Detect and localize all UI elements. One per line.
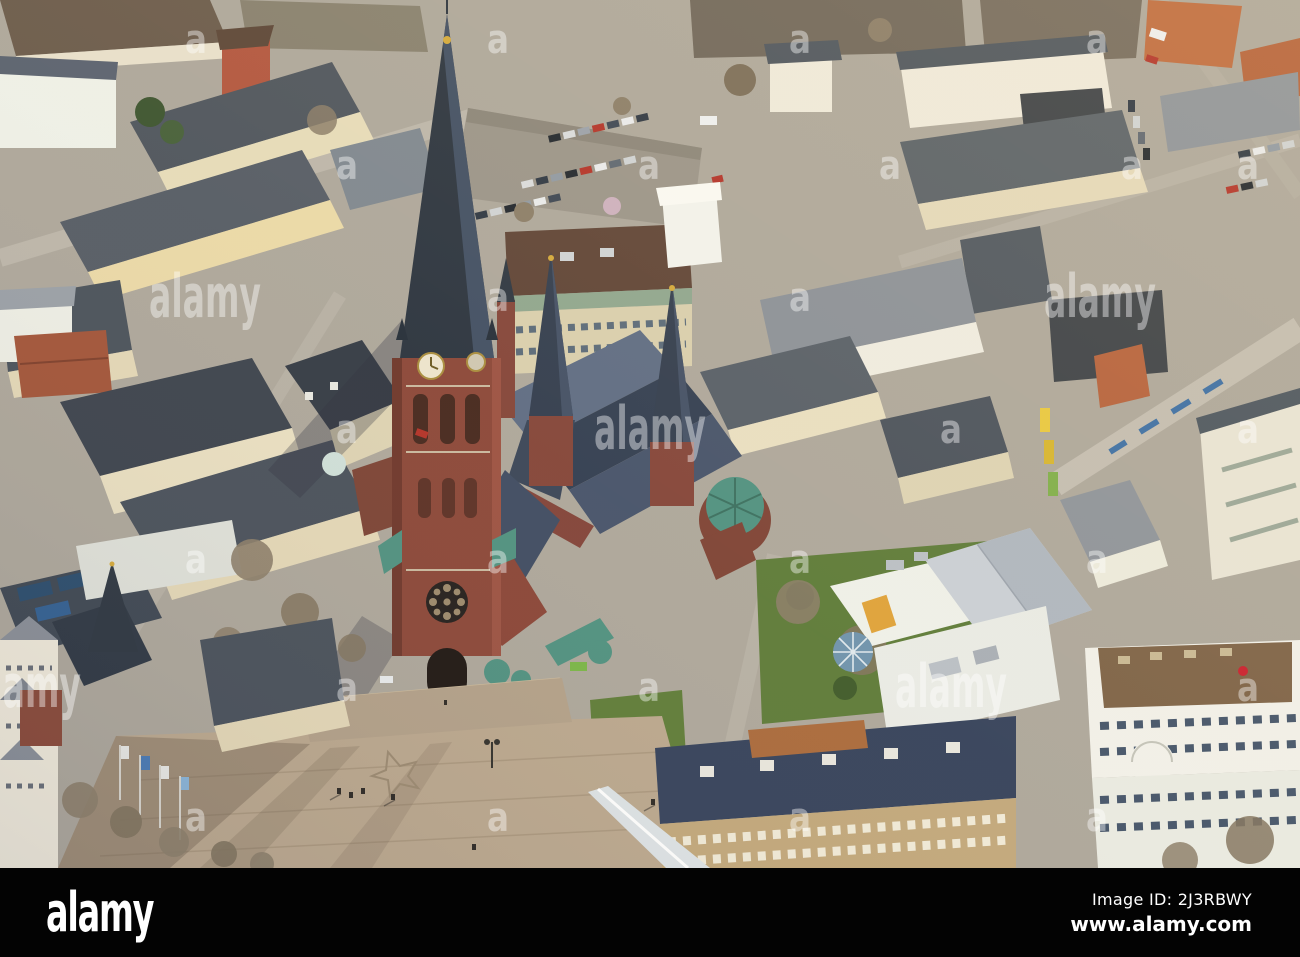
watermark-letter: a bbox=[1237, 407, 1259, 453]
alamy-logo: alamy bbox=[46, 880, 154, 944]
watermark-letter: a bbox=[336, 143, 358, 189]
watermark-wordmark: alamy bbox=[895, 652, 1007, 722]
watermark-wordmark: alamy bbox=[594, 394, 706, 464]
watermark-letter: a bbox=[879, 143, 901, 189]
watermark-letter: a bbox=[336, 407, 358, 453]
image-id: Image ID: 2J3RBWY bbox=[1091, 889, 1252, 909]
stock-photo-page: aaaaaaaaaalamyaaalamyaalamyaaaaaaalamyaa… bbox=[0, 0, 1300, 957]
watermark-letter: a bbox=[789, 17, 811, 63]
watermark-wordmark: alamy bbox=[0, 652, 81, 722]
watermark-letter: a bbox=[487, 275, 509, 321]
watermark-letter: a bbox=[638, 665, 660, 711]
watermark-letter: a bbox=[1121, 143, 1143, 189]
footer-bar: alamy Image ID: 2J3RBWY www.alamy.com bbox=[0, 868, 1300, 957]
footer-info: Image ID: 2J3RBWY www.alamy.com bbox=[1070, 890, 1252, 936]
watermark-letter: a bbox=[638, 143, 660, 189]
watermark-letter: a bbox=[1086, 537, 1108, 583]
watermark-wordmark: alamy bbox=[149, 262, 261, 332]
watermark-letter: a bbox=[1237, 665, 1259, 711]
watermark-letter: a bbox=[789, 537, 811, 583]
watermark-letter: a bbox=[185, 795, 207, 841]
watermark-letter: a bbox=[487, 537, 509, 583]
watermark-letter: a bbox=[940, 407, 962, 453]
watermark-letter: a bbox=[336, 665, 358, 711]
watermark-letter: a bbox=[185, 537, 207, 583]
watermark-letter: a bbox=[1237, 143, 1259, 189]
aerial-photo: a a a a a a a a a alamy a a alamy a alamy a a a a a a alamy a a… bbox=[0, 0, 1300, 868]
watermark-letter: a bbox=[487, 795, 509, 841]
website-url: www.alamy.com bbox=[1070, 911, 1252, 936]
watermark-letter: a bbox=[789, 795, 811, 841]
watermark-letter: a bbox=[1086, 795, 1108, 841]
watermark-letter: a bbox=[789, 275, 811, 321]
watermark-letter: a bbox=[1086, 17, 1108, 63]
watermark-letter: a bbox=[487, 17, 509, 63]
watermark-wordmark: alamy bbox=[1044, 262, 1156, 332]
watermark-letter: a bbox=[185, 17, 207, 63]
